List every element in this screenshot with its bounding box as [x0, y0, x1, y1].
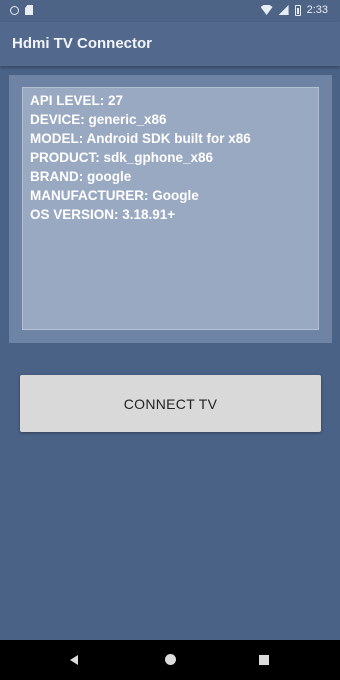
- info-product: PRODUCT: sdk_gphone_x86: [30, 150, 214, 165]
- connect-tv-button[interactable]: CONNECT TV: [20, 375, 321, 432]
- recents-icon[interactable]: [259, 655, 269, 665]
- device-info-box: API LEVEL: 27 DEVICE: generic_x86 MODEL:…: [22, 87, 319, 330]
- status-time: 2:33: [306, 4, 328, 16]
- signal-icon: [278, 5, 289, 15]
- navigation-bar: [0, 640, 340, 680]
- info-os-version: OS VERSION: 3.18.91+: [30, 207, 176, 222]
- circle-icon: [10, 5, 19, 15]
- sd-card-icon: [25, 5, 33, 15]
- info-model: MODEL: Android SDK built for x86: [30, 131, 251, 146]
- back-icon[interactable]: [70, 655, 78, 665]
- status-bar: 2:33: [0, 0, 340, 22]
- info-manufacturer: MANUFACTURER: Google: [30, 188, 199, 203]
- app-bar: Hdmi TV Connector: [0, 22, 340, 66]
- home-icon[interactable]: [165, 654, 176, 665]
- info-brand: BRAND: google: [30, 169, 132, 184]
- info-api-level: API LEVEL: 27: [30, 93, 124, 108]
- device-info-panel: API LEVEL: 27 DEVICE: generic_x86 MODEL:…: [9, 75, 332, 343]
- app-title: Hdmi TV Connector: [12, 35, 153, 52]
- battery-icon: [294, 4, 301, 16]
- info-device: DEVICE: generic_x86: [30, 112, 167, 127]
- wifi-icon: [260, 5, 273, 15]
